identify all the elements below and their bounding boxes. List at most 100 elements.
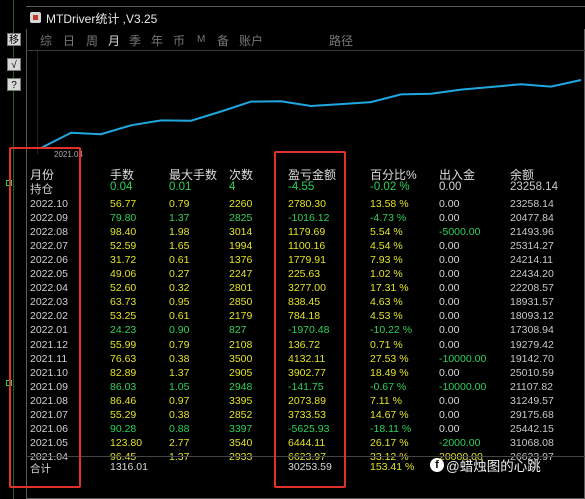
row-count: 3397	[229, 422, 253, 435]
row-lots: 90.28	[110, 422, 137, 435]
row-flow: 0.00	[439, 394, 460, 407]
row-balance: 29175.68	[510, 408, 554, 421]
row-lots: 63.73	[110, 296, 137, 309]
tab-day[interactable]: 日	[63, 32, 75, 49]
row-count: 3395	[229, 394, 253, 407]
row-flow: -5000.00	[439, 226, 481, 239]
row-flow: 0.00	[439, 310, 460, 323]
row-count: 2801	[229, 282, 253, 295]
row-max-lots: 1.37	[169, 212, 190, 225]
row-lots: 82.89	[110, 366, 137, 379]
row-count: 2108	[229, 338, 253, 351]
row-flow: 0.00	[439, 268, 460, 281]
tab-currency[interactable]: 币	[173, 32, 185, 49]
row-balance: 21493.96	[510, 226, 554, 239]
row-balance: 19142.70	[510, 352, 554, 365]
row-flow: 0.00	[439, 324, 460, 337]
row-flow: 0.00	[439, 408, 460, 421]
row-balance: 22434.20	[510, 268, 554, 281]
holding-percent: -0.02 %	[370, 181, 410, 193]
tab-week[interactable]: 周	[86, 32, 98, 49]
tab-notes[interactable]: 备	[217, 32, 229, 49]
side-button-check[interactable]: √	[7, 58, 21, 71]
tab-year[interactable]: 年	[151, 32, 163, 49]
row-max-lots: 1.05	[169, 380, 190, 393]
row-count: 2905	[229, 366, 253, 379]
row-max-lots: 0.97	[169, 394, 190, 407]
row-percent: 7.93 %	[370, 254, 403, 267]
row-percent: 17.31 %	[370, 282, 409, 295]
row-percent: 7.11 %	[370, 394, 402, 407]
row-max-lots: 0.38	[169, 352, 190, 365]
side-button-help[interactable]: ?	[7, 78, 21, 91]
row-lots: 55.29	[110, 408, 137, 421]
total-lots: 1316.01	[110, 461, 148, 473]
row-max-lots: 0.95	[169, 296, 190, 309]
row-flow: 0.00	[439, 338, 460, 351]
row-max-lots: 2.77	[169, 436, 190, 449]
row-count: 827	[229, 324, 247, 337]
row-flow: -10000.00	[439, 352, 487, 365]
row-lots: 123.80	[110, 436, 143, 449]
row-count: 2260	[229, 198, 253, 210]
row-max-lots: 0.32	[169, 282, 190, 295]
row-lots: 49.06	[110, 268, 137, 281]
row-flow: -10000.00	[439, 380, 487, 393]
row-balance: 18093.12	[510, 310, 554, 323]
row-max-lots: 0.90	[169, 324, 190, 337]
row-max-lots: 0.79	[169, 198, 190, 210]
row-count: 2850	[229, 296, 253, 309]
tab-path[interactable]: 路径	[329, 32, 353, 49]
row-flow: 0.00	[439, 282, 460, 295]
row-balance: 23258.14	[510, 198, 554, 210]
row-percent: 13.58 %	[370, 198, 409, 210]
row-lots: 79.80	[110, 212, 137, 225]
tab-account[interactable]: 账户	[239, 32, 263, 49]
row-lots: 53.25	[110, 310, 137, 323]
tab-quarter[interactable]: 季	[129, 32, 141, 49]
watermark: f @蜡烛图的心跳	[430, 455, 541, 475]
row-percent: -4.73 %	[370, 212, 407, 225]
row-balance: 18931.57	[510, 296, 554, 309]
tab-bar: 综 日 周 月 季 年 币 M 备 账户 路径	[26, 30, 585, 51]
row-lots: 52.59	[110, 240, 137, 253]
row-percent: 4.53 %	[370, 310, 403, 323]
row-count: 3500	[229, 352, 253, 365]
row-balance: 25442.15	[510, 422, 554, 435]
row-flow: 0.00	[439, 366, 460, 379]
holding-count: 4	[229, 181, 236, 193]
window-title: MTDriver统计 ,V3.25	[46, 12, 158, 26]
row-flow: 0.00	[439, 254, 460, 267]
row-percent: -18.11 %	[370, 422, 412, 435]
highlight-box-pnl	[274, 151, 346, 488]
row-max-lots: 1.98	[169, 226, 190, 239]
row-max-lots: 0.38	[169, 408, 190, 421]
row-percent: 4.63 %	[370, 296, 403, 309]
tab-m[interactable]: M	[197, 34, 205, 45]
row-flow: 0.00	[439, 422, 460, 435]
row-percent: -0.67 %	[370, 380, 407, 393]
row-count: 1376	[229, 254, 253, 267]
row-max-lots: 0.27	[169, 268, 190, 281]
row-lots: 86.03	[110, 380, 137, 393]
row-balance: 22208.57	[510, 282, 554, 295]
row-percent: 26.17 %	[370, 436, 409, 449]
row-percent: 0.71 %	[370, 338, 403, 351]
row-max-lots: 1.37	[169, 366, 190, 379]
row-balance: 25314.27	[510, 240, 554, 253]
row-count: 3014	[229, 226, 253, 239]
row-balance: 17308.94	[510, 324, 554, 337]
row-balance: 31249.57	[510, 394, 554, 407]
row-percent: 18.49 %	[370, 366, 409, 379]
row-lots: 52.60	[110, 282, 137, 295]
row-lots: 98.40	[110, 226, 137, 239]
row-lots: 76.63	[110, 352, 137, 365]
row-flow: 0.00	[439, 296, 460, 309]
tab-month[interactable]: 月	[108, 32, 120, 49]
holding-balance: 23258.14	[510, 181, 558, 193]
side-button-move[interactable]: 移	[7, 33, 21, 46]
row-flow: 0.00	[439, 212, 460, 225]
tab-summary[interactable]: 综	[40, 32, 52, 49]
row-count: 2825	[229, 212, 253, 225]
row-max-lots: 0.88	[169, 422, 190, 435]
